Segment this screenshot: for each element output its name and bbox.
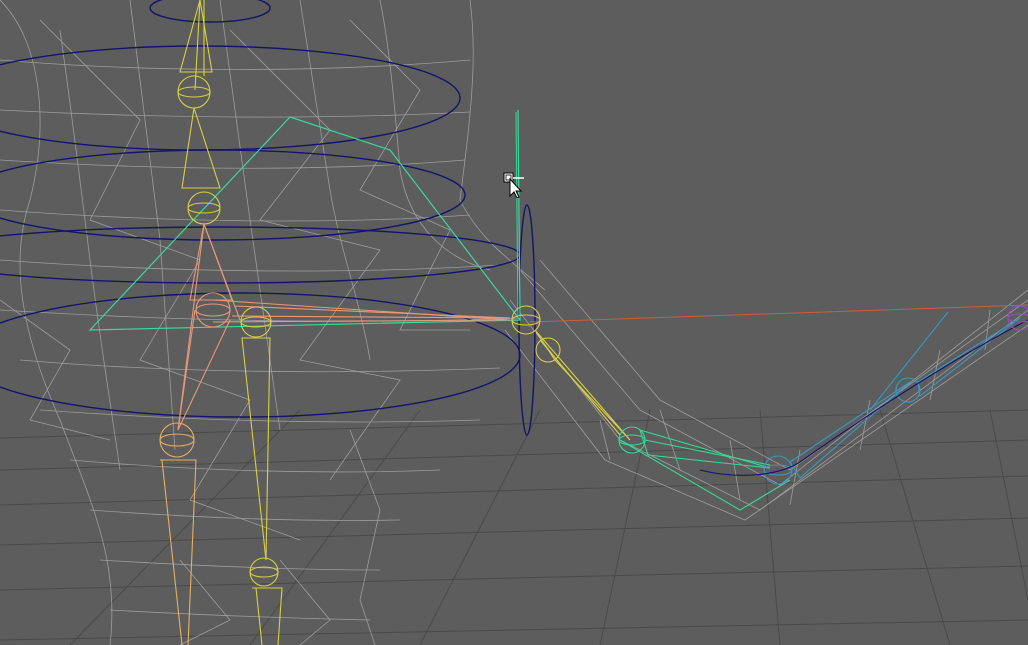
arrow-with-move-box-icon	[503, 172, 524, 198]
3d-viewport[interactable]	[0, 0, 1028, 645]
y-axis-line	[515, 111, 519, 319]
ground-grid	[0, 409, 1028, 645]
clavicle-pole-plane[interactable]	[88, 109, 522, 331]
end-effector	[1007, 305, 1028, 331]
spine-bones[interactable]	[177, 0, 221, 225]
manipulator-axes[interactable]	[515, 111, 1028, 323]
right-knee-joint	[249, 557, 279, 587]
chest-control-curve	[149, 0, 271, 23]
shoulder-control-curve	[518, 204, 536, 436]
lower-spine-control-curve	[0, 226, 521, 284]
x-axis-line	[529, 304, 1028, 323]
root-control-curve	[0, 292, 521, 418]
wrist-joint	[763, 455, 793, 485]
spine-joint-1	[177, 75, 211, 109]
hand-bones	[763, 311, 1021, 485]
scene-canvas[interactable]	[0, 0, 1028, 645]
elbow-joint	[618, 426, 646, 454]
left-hip-joint	[159, 422, 195, 458]
right-leg-bones[interactable]	[240, 306, 283, 645]
upper-arm-bones	[511, 305, 631, 441]
